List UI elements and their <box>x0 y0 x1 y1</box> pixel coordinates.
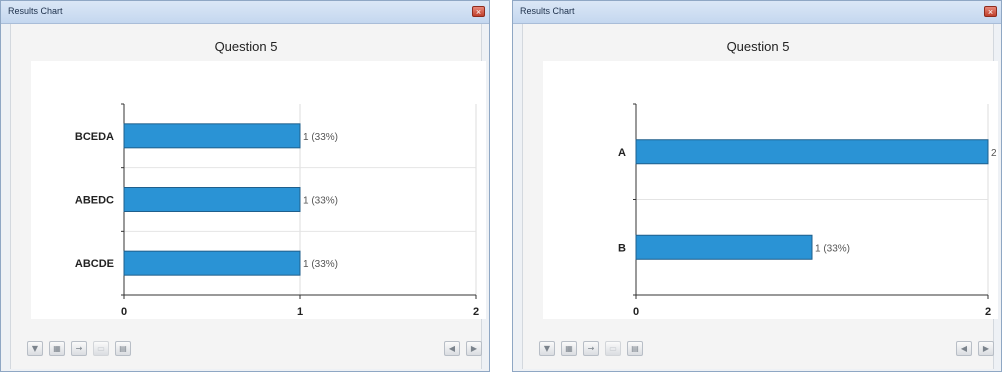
next-button[interactable]: ▶ <box>978 341 994 356</box>
bar-chart: 0 2 A 2 (66%) B 1 (33%) <box>618 103 998 318</box>
close-icon: × <box>475 7 482 17</box>
export-icon: → <box>587 344 595 353</box>
y-category-label: ABEDC <box>75 195 114 207</box>
previous-icon: ◀ <box>448 344 456 353</box>
bar <box>635 139 989 165</box>
bar <box>123 250 301 276</box>
bar-data-label: 1 (33%) <box>815 243 850 254</box>
title-bar[interactable]: Results Chart × <box>513 1 1001 24</box>
filter-icon: ▼ <box>543 344 551 353</box>
bar-data-label: 1 (33%) <box>303 196 338 207</box>
filter-icon: ▼ <box>31 344 39 353</box>
next-icon: ▶ <box>982 344 990 353</box>
previous-icon: ◀ <box>960 344 968 353</box>
title-bar[interactable]: Results Chart × <box>1 1 489 24</box>
previous-button[interactable]: ◀ <box>956 341 972 356</box>
x-tick-label: 1 <box>297 306 303 318</box>
y-category-label: ABCDE <box>75 258 114 270</box>
x-tick-label: 0 <box>633 306 639 318</box>
bar <box>123 123 301 149</box>
chart-title: Question 5 <box>726 39 790 54</box>
print-button[interactable]: ▤ <box>115 341 131 356</box>
close-icon: × <box>987 7 994 17</box>
filter-button[interactable]: ▼ <box>539 341 555 356</box>
bar <box>635 234 813 260</box>
window-title: Results Chart <box>520 6 575 16</box>
export-button[interactable]: → <box>71 341 87 356</box>
chart-panel: Question 5 0 1 2 BCEDA 1 (33%) ABEDC 1 (33%) AB… <box>10 24 486 369</box>
print-icon: ▤ <box>631 344 639 353</box>
y-category-label: B <box>618 242 626 254</box>
next-icon: ▶ <box>470 344 478 353</box>
close-button[interactable]: × <box>984 6 997 17</box>
bar-data-label: 1 (33%) <box>303 132 338 143</box>
chart-title: Question 5 <box>214 39 278 54</box>
chart-type-button[interactable]: ▦ <box>561 341 577 356</box>
chart-type-icon: ▦ <box>565 344 573 353</box>
previous-button[interactable]: ◀ <box>444 341 460 356</box>
next-button[interactable]: ▶ <box>466 341 482 356</box>
copy-button[interactable]: ▭ <box>93 341 109 356</box>
chart-type-button[interactable]: ▦ <box>49 341 65 356</box>
bar-chart: 0 1 2 BCEDA 1 (33%) ABEDC 1 (33%) ABCDE 1 (33%) <box>75 103 479 318</box>
copy-icon: ▭ <box>609 344 617 353</box>
x-tick-label: 2 <box>985 306 991 318</box>
copy-button[interactable]: ▭ <box>605 341 621 356</box>
chart-plot-area: 0 1 2 BCEDA 1 (33%) ABEDC 1 (33%) ABCDE 1 (33%) <box>31 61 486 319</box>
chart-type-icon: ▦ <box>53 344 61 353</box>
export-button[interactable]: → <box>583 341 599 356</box>
results-chart-window-2: Results Chart × Question 5 0 2 A 2 (66%) B 1 … <box>512 0 1002 372</box>
print-icon: ▤ <box>119 344 127 353</box>
results-chart-window-1: Results Chart × Question 5 0 1 2 BCEDA 1 (33… <box>0 0 490 372</box>
y-category-label: A <box>618 147 626 159</box>
y-category-label: BCEDA <box>75 131 114 143</box>
print-button[interactable]: ▤ <box>627 341 643 356</box>
bar <box>123 187 301 212</box>
chart-plot-area: 0 2 A 2 (66%) B 1 (33%) <box>543 61 998 319</box>
x-tick-label: 2 <box>473 306 479 318</box>
close-button[interactable]: × <box>472 6 485 17</box>
export-icon: → <box>75 344 83 353</box>
bar-data-label: 2 (66%) <box>991 148 998 159</box>
chart-panel: Question 5 02A2 (66%)B1 (33%) ▼ ▦ → ▭ ▤ … <box>522 24 998 369</box>
copy-icon: ▭ <box>97 344 105 353</box>
bar-data-label: 1 (33%) <box>303 259 338 270</box>
filter-button[interactable]: ▼ <box>27 341 43 356</box>
x-tick-label: 0 <box>121 306 127 318</box>
window-title: Results Chart <box>8 6 63 16</box>
